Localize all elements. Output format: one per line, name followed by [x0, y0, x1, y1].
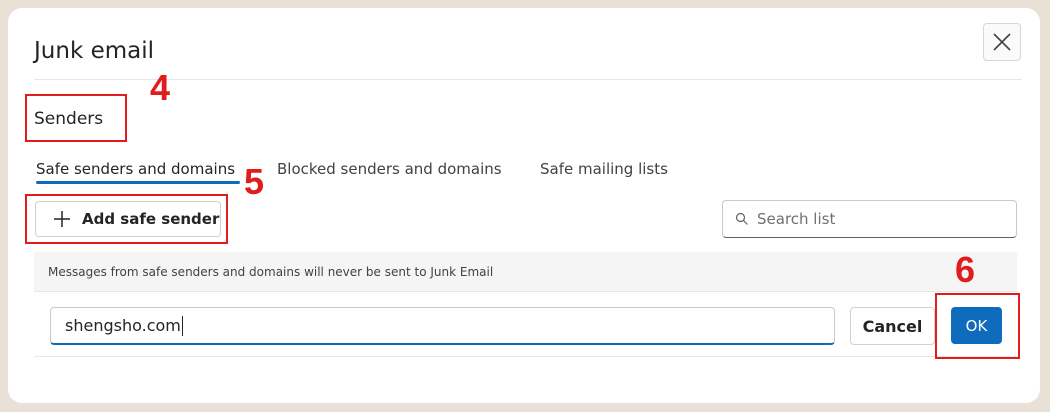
search-icon — [735, 212, 748, 225]
step-4-label: 4 — [150, 67, 171, 108]
sender-entry-field[interactable]: shengsho.com — [50, 307, 835, 345]
highlight-senders-heading — [25, 94, 127, 142]
tab-blocked-senders[interactable]: Blocked senders and domains — [277, 160, 502, 178]
text-caret — [181, 315, 183, 336]
header-divider — [34, 79, 1022, 80]
highlight-add-safe-sender — [25, 194, 228, 244]
search-input[interactable]: Search list — [722, 200, 1017, 238]
info-divider — [34, 291, 1017, 292]
info-message: Messages from safe senders and domains w… — [48, 265, 494, 279]
info-bar: Messages from safe senders and domains w… — [34, 252, 1017, 291]
tab-safe-senders[interactable]: Safe senders and domains — [36, 160, 235, 178]
cancel-button[interactable]: Cancel — [850, 307, 935, 345]
step-6-label: 6 — [955, 249, 976, 290]
search-placeholder: Search list — [757, 210, 836, 228]
dialog-title: Junk email — [34, 38, 154, 64]
tab-selected-indicator — [36, 181, 240, 184]
tab-safe-mailing-lists[interactable]: Safe mailing lists — [540, 160, 668, 178]
highlight-ok-button — [935, 293, 1020, 359]
close-button[interactable] — [983, 23, 1021, 61]
entry-divider — [34, 356, 1017, 357]
close-icon — [993, 33, 1011, 51]
sender-entry-value: shengsho.com — [65, 316, 181, 335]
step-5-label: 5 — [244, 161, 265, 202]
